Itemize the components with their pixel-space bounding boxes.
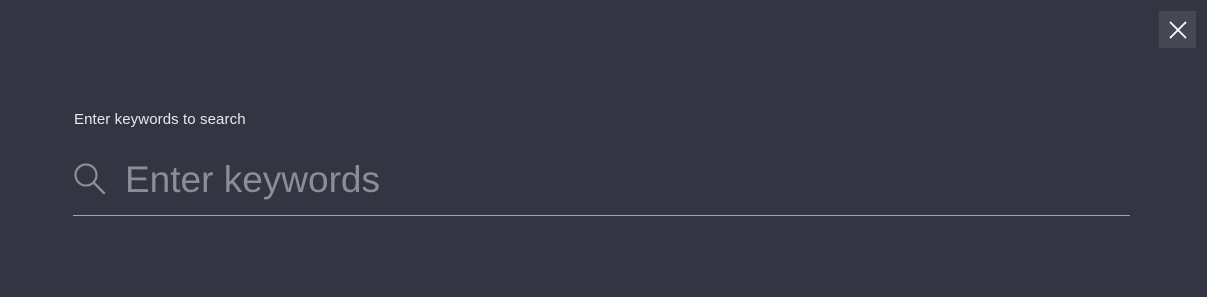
search-input[interactable] <box>125 156 1125 204</box>
close-icon <box>1169 21 1187 39</box>
search-icon <box>73 162 107 196</box>
search-field-container <box>73 156 1130 216</box>
close-button[interactable] <box>1159 11 1196 48</box>
search-overlay: Enter keywords to search <box>0 0 1207 297</box>
search-label: Enter keywords to search <box>74 111 246 128</box>
